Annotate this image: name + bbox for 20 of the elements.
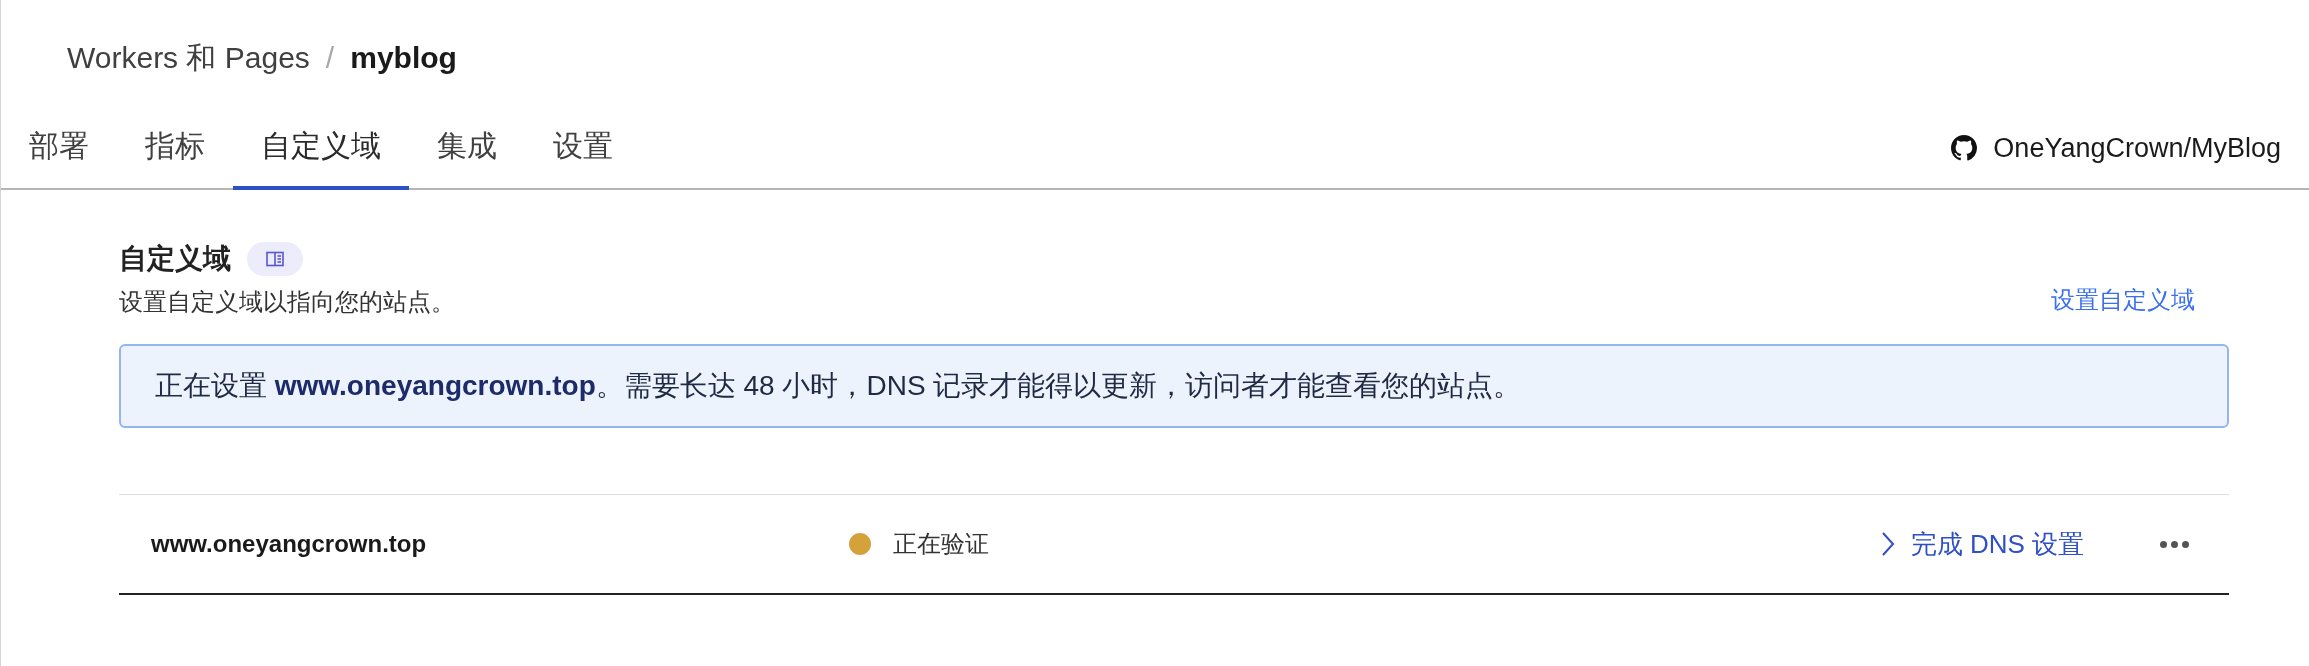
book-icon	[266, 251, 284, 267]
docs-badge[interactable]	[247, 242, 303, 276]
tab[interactable]: 指标	[117, 123, 233, 190]
tab[interactable]: 集成	[409, 123, 525, 190]
section-description: 设置自定义域以指向您的站点。	[119, 287, 455, 317]
tab[interactable]: 设置	[525, 123, 641, 190]
domain-name: www.oneyangcrown.top	[150, 529, 428, 559]
complete-dns-link[interactable]: 完成 DNS 设置	[1880, 524, 2084, 564]
info-banner: 正在设置 www.oneyangcrown.top。需要长达 48 小时，DNS 记录才能得以更新，访问者才能查看您的站点。	[119, 344, 2229, 428]
tab[interactable]: 自定义域	[233, 123, 409, 190]
tab[interactable]: 部署	[1, 123, 117, 190]
repository-link[interactable]: OneYangCrown/MyBlog	[1993, 127, 2281, 168]
github-icon	[1951, 134, 1978, 161]
status-text: 正在验证	[893, 529, 989, 559]
chevron-right-icon	[1880, 531, 1895, 557]
section-title: 自定义域	[119, 242, 231, 276]
setup-domain-link[interactable]: 设置自定义域	[2051, 282, 2195, 318]
breadcrumb-separator: /	[325, 39, 335, 76]
breadcrumb-current: myblog	[350, 39, 457, 76]
breadcrumb-link[interactable]: Workers 和 Pages	[67, 34, 310, 80]
